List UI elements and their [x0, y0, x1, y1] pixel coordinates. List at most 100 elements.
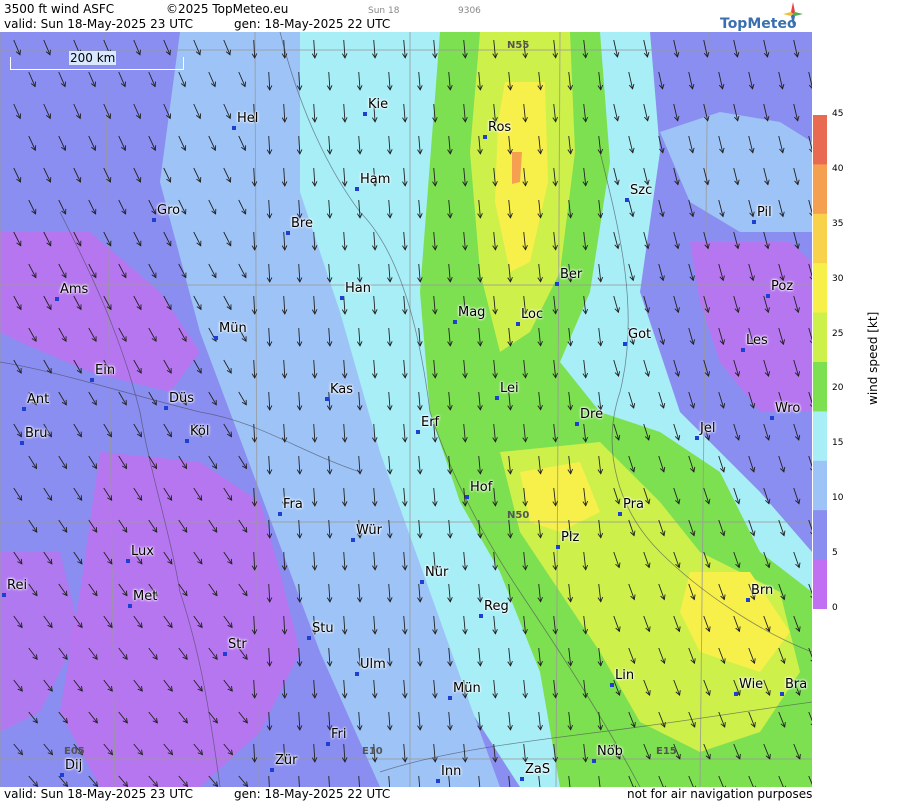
city-label: Met [133, 589, 158, 604]
city-marker [20, 441, 24, 445]
legend-color-band [813, 510, 827, 561]
city-label: Dre [580, 407, 604, 422]
city-label: Bre [291, 216, 313, 231]
city-label: Brn [751, 583, 774, 598]
city-label: Rei [7, 578, 28, 593]
city-marker [746, 598, 750, 602]
city-label: Hel [237, 111, 259, 126]
city-label: Hof [470, 480, 493, 495]
city-marker [223, 652, 227, 656]
city-label: Wro [775, 401, 801, 416]
footer-valid-time: valid: Sun 18-May-2025 23 UTC [4, 787, 193, 801]
city-marker [307, 636, 311, 640]
grid-label-e05: E05 [64, 746, 85, 757]
city-label: Lux [131, 544, 154, 559]
city-marker [483, 135, 487, 139]
city-marker [448, 696, 452, 700]
wind-speed-legend [813, 115, 827, 609]
city-marker [55, 297, 59, 301]
city-marker [128, 604, 132, 608]
grid-label-e10: E10 [362, 746, 383, 757]
scale-bar: 200 km [10, 51, 184, 70]
wind-map[interactable]: N55 N50 E05 E10 E15 200 km Kie Hel Ros Ham S… [0, 32, 812, 787]
product-title: 3500 ft wind ASFC [4, 2, 115, 16]
disclaimer-text: not for air navigation purposes [627, 787, 813, 801]
city-marker [780, 692, 784, 696]
legend-tick-label: 35 [832, 218, 844, 229]
grid-label-n50: N50 [507, 510, 530, 521]
city-marker [420, 580, 424, 584]
legend-color-band [813, 460, 827, 511]
city-label: Ber [560, 267, 583, 282]
city-marker [185, 439, 189, 443]
city-marker [592, 759, 596, 763]
city-label: Wür [356, 523, 382, 538]
city-marker [164, 406, 168, 410]
legend-tick-label: 20 [832, 383, 844, 394]
city-label: Inn [441, 764, 462, 779]
city-marker [556, 545, 560, 549]
city-marker [416, 430, 420, 434]
city-marker [286, 231, 290, 235]
city-marker [232, 126, 236, 130]
city-label: Kas [330, 382, 354, 397]
city-marker [495, 396, 499, 400]
legend-tick-label: 10 [832, 493, 844, 504]
city-label: Ein [95, 363, 116, 378]
city-marker [465, 495, 469, 499]
city-label: Loc [521, 307, 544, 322]
city-marker [610, 683, 614, 687]
city-label: Fra [283, 497, 303, 512]
city-label: Nöb [597, 744, 623, 759]
city-label: Szc [630, 183, 653, 198]
city-marker [695, 436, 699, 440]
city-marker [351, 538, 355, 542]
city-label: Ams [60, 282, 89, 297]
city-label: Bra [785, 677, 808, 692]
legend-tick-label: 5 [832, 548, 838, 559]
city-label: Pil [757, 205, 772, 220]
grid-label-e15: E15 [656, 746, 677, 757]
city-label: Bru [25, 426, 48, 441]
city-label: Plz [561, 530, 580, 545]
city-marker [516, 322, 520, 326]
city-marker [340, 296, 344, 300]
city-label: Poz [771, 279, 794, 294]
legend-color-band [813, 559, 827, 609]
city-label: Pra [623, 497, 644, 512]
city-label: Got [628, 327, 652, 342]
city-marker [325, 397, 329, 401]
city-marker [734, 692, 738, 696]
city-label: Stu [312, 621, 334, 636]
city-label: Lin [615, 668, 635, 683]
legend-color-band [813, 312, 827, 363]
city-label: Str [228, 637, 247, 652]
city-label: Ant [27, 392, 50, 407]
legend-tick-label: 15 [832, 438, 844, 449]
city-marker [363, 112, 367, 116]
legend-color-band [813, 362, 827, 412]
generated-time: gen: 18-May-2025 22 UTC [234, 17, 391, 31]
city-marker [479, 614, 483, 618]
city-label: Jel [700, 421, 716, 436]
city-marker [22, 407, 26, 411]
city-label: Fri [331, 727, 347, 742]
city-label: Zür [275, 753, 298, 768]
legend-tick-label: 0 [832, 603, 838, 613]
city-marker [741, 348, 745, 352]
city-marker [752, 220, 756, 224]
city-marker [575, 422, 579, 426]
legend-color-band [813, 263, 827, 314]
city-marker [623, 342, 627, 346]
legend-tick-label: 30 [832, 273, 844, 284]
city-label: Mag [458, 305, 486, 320]
city-marker [326, 742, 330, 746]
city-label: Dij [65, 758, 83, 773]
legend-tick-label: 25 [832, 328, 844, 339]
city-marker [555, 282, 559, 286]
city-label: ZaS [525, 762, 551, 777]
city-marker [436, 779, 440, 783]
copyright-text: ©2025 TopMeteo.eu [166, 2, 289, 16]
legend-color-band [813, 411, 827, 462]
city-marker [625, 198, 629, 202]
